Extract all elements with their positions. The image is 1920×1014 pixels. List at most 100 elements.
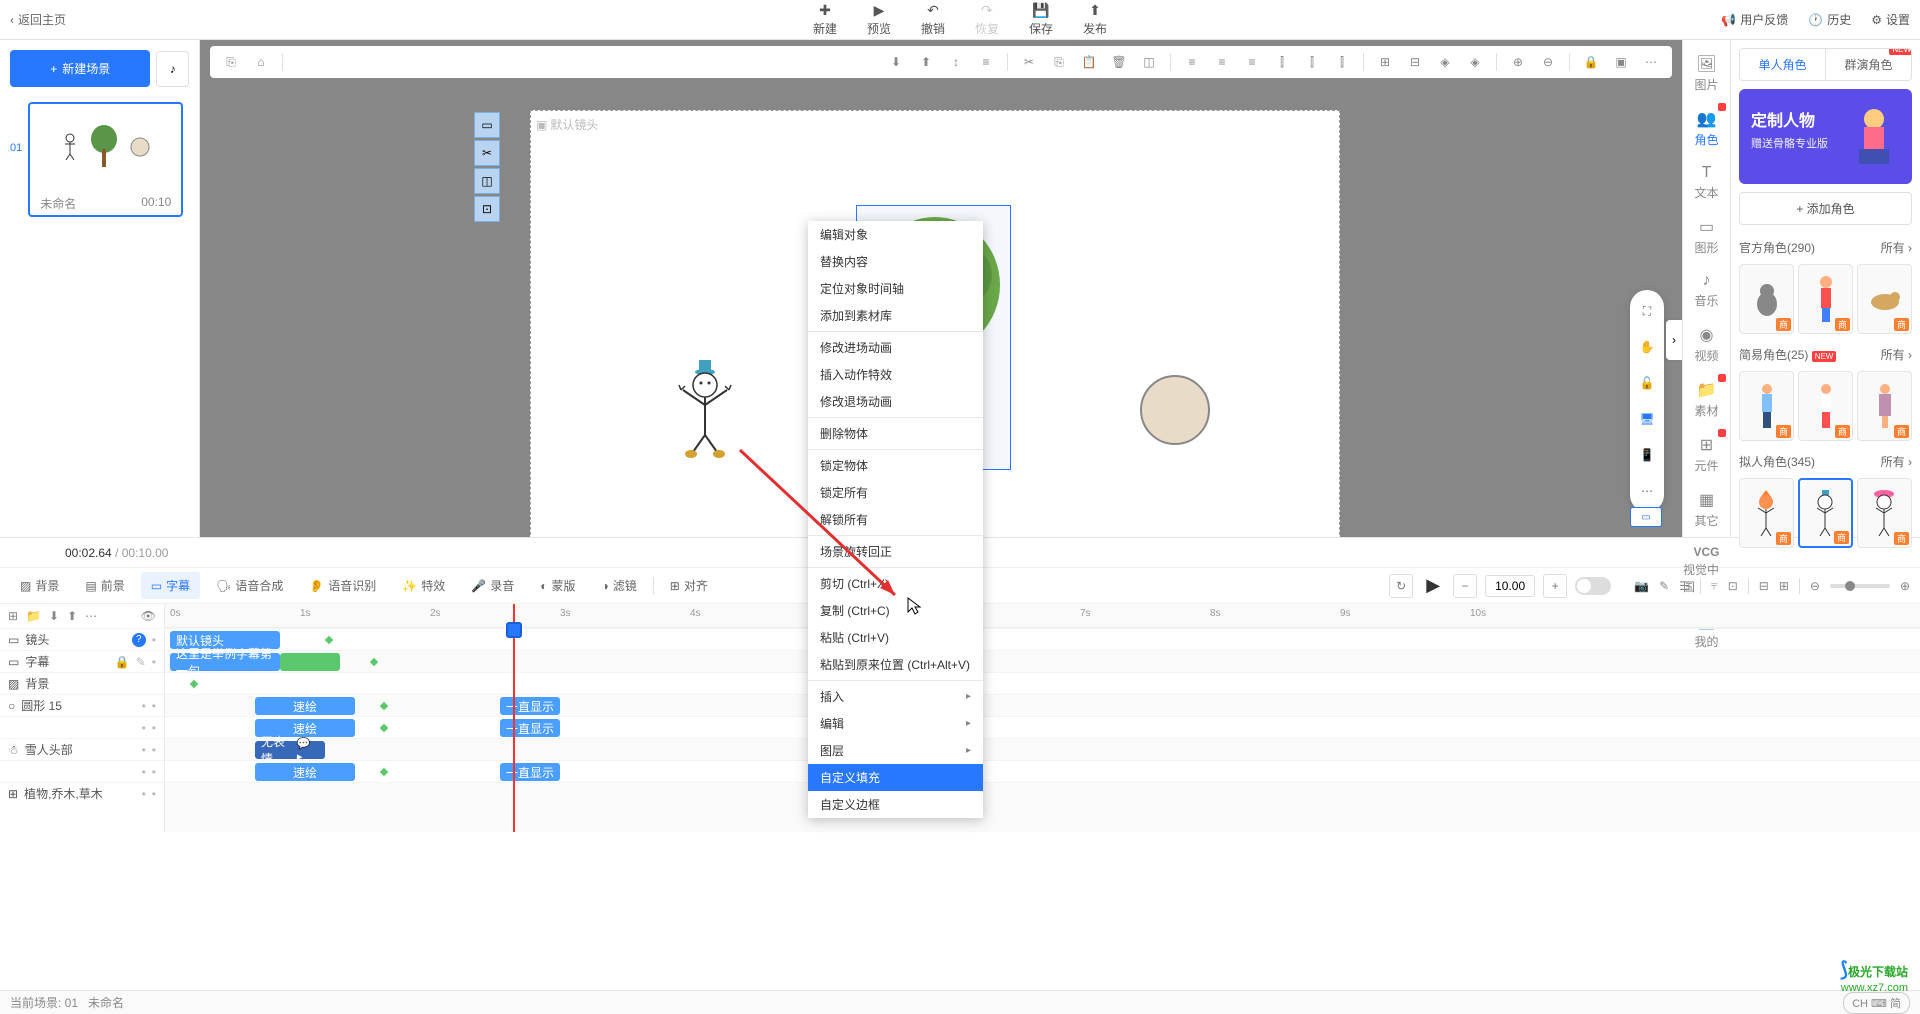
ctx-lock-object[interactable]: 锁定物体 <box>808 452 983 479</box>
expand-icon[interactable]: ⊞ <box>1779 579 1789 593</box>
cat-music[interactable]: ♪音乐 <box>1683 268 1730 313</box>
history-button[interactable]: 🕐历史 <box>1808 11 1851 28</box>
timeline-ruler[interactable]: 0s 1s 2s 3s 4s 5s 6s 7s 8s 9s 10s <box>165 604 1920 628</box>
align-top-icon[interactable]: ⬆ <box>913 49 939 75</box>
cat-vcg[interactable]: VCG视觉中国 <box>1683 541 1730 599</box>
toggle-switch[interactable] <box>1575 577 1611 595</box>
redo-button[interactable]: ↷恢复 <box>975 2 999 37</box>
ctx-modify-exit[interactable]: 修改退场动画 <box>808 388 983 415</box>
ctx-edit-submenu[interactable]: 编辑▸ <box>808 710 983 737</box>
layers-icon[interactable]: ▣ <box>1608 49 1634 75</box>
playhead[interactable] <box>513 604 515 832</box>
ctx-locate-timeline[interactable]: 定位对象时间轴 <box>808 275 983 302</box>
track-row-snowman[interactable]: 无表情 💬 ▸ <box>165 738 1920 760</box>
clip-show[interactable]: 一直显示 <box>500 763 560 781</box>
clip-speed[interactable]: 速绘 <box>255 763 355 781</box>
ctx-lock-all[interactable]: 锁定所有 <box>808 479 983 506</box>
zoom-in-icon[interactable]: ⊕ <box>1505 49 1531 75</box>
ctx-insert-effect[interactable]: 插入动作特效 <box>808 361 983 388</box>
track-snowman[interactable]: ☃雪人头部•• <box>0 738 164 760</box>
back-home-link[interactable]: ‹ 返回主页 <box>10 11 66 28</box>
crop-tool[interactable]: ✂ <box>474 140 500 166</box>
camera-icon[interactable]: 📷 <box>1634 579 1649 593</box>
ctx-custom-border[interactable]: 自定义边框 <box>808 791 983 818</box>
char-item[interactable]: 商 <box>1798 264 1853 334</box>
preview-badge[interactable]: ▭ <box>1630 507 1662 527</box>
undo-button[interactable]: ↶撤销 <box>921 2 945 37</box>
align-right-icon[interactable]: ≡ <box>1239 49 1265 75</box>
keyframe[interactable] <box>378 700 389 711</box>
clip-show[interactable]: 一直显示 <box>500 697 560 715</box>
more-icon[interactable]: ⋯ <box>85 609 97 623</box>
cat-shape[interactable]: ▭图形 <box>1683 213 1730 260</box>
ctx-insert-submenu[interactable]: 插入▸ <box>808 683 983 710</box>
scene-item[interactable]: 01 未命名 00:10 <box>10 102 189 217</box>
new-scene-button[interactable]: +新建场景 <box>10 50 150 87</box>
char-item[interactable]: 商 <box>1739 478 1794 548</box>
all-link[interactable]: 所有 › <box>1881 239 1912 256</box>
keyframe[interactable] <box>188 678 199 689</box>
tab-subtitle[interactable]: ▭ 字幕 <box>141 572 200 599</box>
lock-icon[interactable]: 🔒 <box>1578 49 1604 75</box>
ctx-unlock-all[interactable]: 解锁所有 <box>808 506 983 533</box>
track-row-e2[interactable]: 速绘 一直显示 <box>165 760 1920 782</box>
track-row-e1[interactable]: 速绘 一直显示 <box>165 716 1920 738</box>
playhead-handle[interactable] <box>506 622 522 638</box>
snowman-object[interactable] <box>675 360 735 460</box>
device-mobile-icon[interactable]: 📱 <box>1636 444 1658 466</box>
align-center-icon[interactable]: ≡ <box>1209 49 1235 75</box>
down-icon[interactable]: ⬇ <box>49 609 59 623</box>
track-circle[interactable]: ○圆形 15•• <box>0 694 164 716</box>
add-character-button[interactable]: + 添加角色 <box>1739 192 1912 225</box>
shape-tool[interactable]: ◫ <box>474 168 500 194</box>
cat-assets[interactable]: 📁素材 <box>1683 376 1730 423</box>
circle-object[interactable] <box>1140 375 1210 445</box>
ctx-cut[interactable]: 剪切 (Ctrl+X) <box>808 570 983 597</box>
char-item[interactable]: 商 <box>1739 264 1794 334</box>
fullscreen-icon[interactable]: ⛶ <box>1636 300 1658 322</box>
add-icon[interactable]: ⊞ <box>8 609 18 623</box>
align-h1-icon[interactable]: ⫿ <box>1269 49 1295 75</box>
keyframe[interactable] <box>368 656 379 667</box>
clip-speed[interactable]: 速绘 <box>255 697 355 715</box>
align-h2-icon[interactable]: ⫿ <box>1299 49 1325 75</box>
tab-fx[interactable]: ✨ 特效 <box>392 572 455 599</box>
all-link[interactable]: 所有 › <box>1881 453 1912 470</box>
loop-button[interactable]: ↻ <box>1389 574 1413 598</box>
track-empty2[interactable]: •• <box>0 760 164 782</box>
ctx-custom-fill[interactable]: 自定义填充 <box>808 764 983 791</box>
ctx-paste-in-place[interactable]: 粘贴到原来位置 (Ctrl+Alt+V) <box>808 651 983 678</box>
cat-text[interactable]: T文本 <box>1683 160 1730 205</box>
keyframe[interactable] <box>378 722 389 733</box>
expand-panel-button[interactable]: › <box>1666 320 1682 360</box>
promo-card[interactable]: 定制人物 赠送骨骼专业版 <box>1739 89 1912 184</box>
clip-subtitle[interactable]: 这里是举例字幕第一句 <box>170 653 280 671</box>
copy-icon[interactable]: ⎘ <box>1046 49 1072 75</box>
tab-single-char[interactable]: 单人角色 <box>1740 49 1826 80</box>
ctx-paste[interactable]: 粘贴 (Ctrl+V) <box>808 624 983 651</box>
device-desktop-icon[interactable]: 🖥 <box>1636 408 1658 430</box>
char-item[interactable]: 商 <box>1857 478 1912 548</box>
new-button[interactable]: ✚新建 <box>813 2 837 37</box>
align-h3-icon[interactable]: ⫿ <box>1329 49 1355 75</box>
all-link[interactable]: 所有 › <box>1881 346 1912 363</box>
keyframe[interactable] <box>378 766 389 777</box>
tool-a-icon[interactable]: ◈ <box>1432 49 1458 75</box>
char-item[interactable]: 商 <box>1857 264 1912 334</box>
ime-indicator[interactable]: CH ⌨ 简 <box>1843 992 1910 1014</box>
track-plant[interactable]: ⊞植物,乔木,草木•• <box>0 782 164 804</box>
music-button[interactable]: ♪ <box>156 51 189 87</box>
select-tool[interactable]: ▭ <box>474 112 500 138</box>
track-row-plant[interactable] <box>165 782 1920 832</box>
publish-button[interactable]: ⬆发布 <box>1083 2 1107 37</box>
tab-align[interactable]: ⊞ 对齐 <box>660 572 718 599</box>
clip-nobase[interactable]: 无表情 💬 ▸ <box>255 741 325 759</box>
ctx-edit-object[interactable]: 编辑对象 <box>808 221 983 248</box>
tab-foreground[interactable]: ▤ 前景 <box>75 572 134 599</box>
save-button[interactable]: 💾保存 <box>1029 2 1053 37</box>
misc-tool[interactable]: ⊡ <box>474 196 500 222</box>
help-icon[interactable]: ? <box>132 633 146 647</box>
zoom-in-icon[interactable]: ⊕ <box>1900 579 1910 593</box>
zoom-out-icon[interactable]: ⊖ <box>1535 49 1561 75</box>
duration-plus[interactable]: + <box>1543 574 1567 598</box>
